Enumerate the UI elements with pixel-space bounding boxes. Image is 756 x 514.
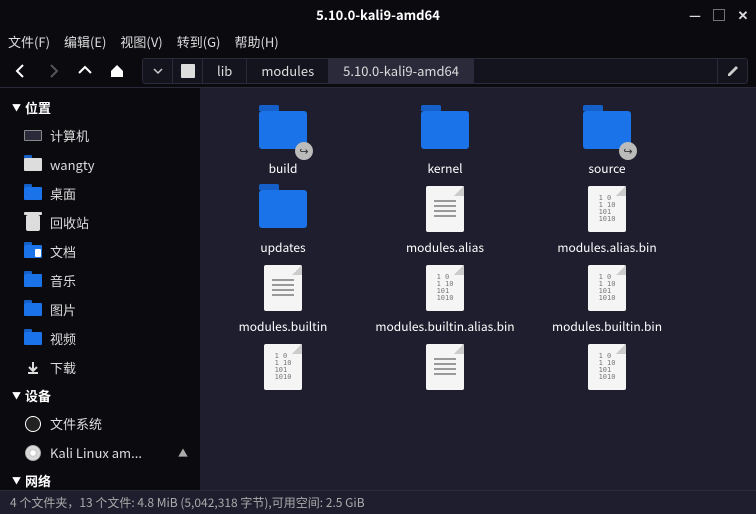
window-controls: — ▢ ✕ <box>688 7 750 21</box>
symlink-badge-icon: ↪ <box>619 142 637 160</box>
menu-file[interactable]: 文件(F) <box>8 32 50 51</box>
devices-header[interactable]: ▼设备 <box>0 382 200 409</box>
file-partial-3[interactable]: 1 0 1 10 101 1010 <box>532 339 682 395</box>
path-seg-lib[interactable]: lib <box>203 59 247 83</box>
folder-kernel[interactable]: kernel <box>370 102 520 177</box>
back-button[interactable] <box>8 58 34 84</box>
symlink-badge-icon: ↪ <box>295 142 313 160</box>
file-partial-2[interactable] <box>370 339 520 395</box>
text-file-icon <box>426 344 464 390</box>
optical-disk-icon <box>25 445 41 461</box>
sidebar-trash[interactable]: 回收站 <box>0 208 200 237</box>
menu-edit[interactable]: 编辑(E) <box>64 32 106 51</box>
path-seg-current[interactable]: 5.10.0-kali9-amd64 <box>329 59 474 83</box>
sidebar-pictures[interactable]: 图片 <box>0 295 200 324</box>
trash-icon <box>26 215 40 231</box>
file-modules-alias[interactable]: modules.alias <box>370 181 520 256</box>
binary-file-icon: 1 0 1 10 101 1010 <box>588 186 626 232</box>
sidebar-computer[interactable]: 计算机 <box>0 121 200 150</box>
binary-file-icon: 1 0 1 10 101 1010 <box>426 265 464 311</box>
text-file-icon <box>264 265 302 311</box>
window-title: 5.10.0-kali9-amd64 <box>316 5 440 24</box>
sidebar-videos[interactable]: 视频 <box>0 324 200 353</box>
maximize-button[interactable]: ▢ <box>712 7 726 21</box>
menu-view[interactable]: 视图(V) <box>120 32 162 51</box>
home-button[interactable] <box>104 58 130 84</box>
file-modules-builtin[interactable]: modules.builtin <box>208 260 358 335</box>
network-header[interactable]: ▼网络 <box>0 467 200 490</box>
path-history-button[interactable] <box>143 59 173 83</box>
download-icon <box>25 360 41 376</box>
file-partial-1[interactable]: 1 0 1 10 101 1010 <box>208 339 358 395</box>
folder-source[interactable]: ↪ source <box>532 102 682 177</box>
eject-icon[interactable]: ▲ <box>178 445 188 460</box>
chevron-down-icon: ▼ <box>12 474 21 487</box>
desktop-icon <box>24 187 42 200</box>
folder-icon <box>24 158 42 171</box>
sidebar: ▼位置 计算机 wangty 桌面 回收站 文档 音乐 图片 视频 下载 ▼设备… <box>0 88 200 490</box>
disk-icon <box>25 416 41 432</box>
main-area: ▼位置 计算机 wangty 桌面 回收站 文档 音乐 图片 视频 下载 ▼设备… <box>0 88 756 490</box>
pathbar: lib modules 5.10.0-kali9-amd64 <box>142 58 748 84</box>
status-text: 4 个文件夹，13 个文件: 4.8 MiB (5,042,318 字节),可用… <box>10 494 365 511</box>
folder-updates[interactable]: updates <box>208 181 358 256</box>
sidebar-kali-media[interactable]: Kali Linux am...▲ <box>0 438 200 467</box>
documents-icon <box>24 245 42 258</box>
videos-icon <box>24 332 42 345</box>
menu-go[interactable]: 转到(G) <box>177 32 221 51</box>
chevron-down-icon: ▼ <box>12 101 21 114</box>
path-edit-button[interactable] <box>717 59 747 83</box>
sidebar-home[interactable]: wangty <box>0 150 200 179</box>
folder-build[interactable]: ↪ build <box>208 102 358 177</box>
forward-button[interactable] <box>40 58 66 84</box>
statusbar: 4 个文件夹，13 个文件: 4.8 MiB (5,042,318 字节),可用… <box>0 490 756 514</box>
menu-help[interactable]: 帮助(H) <box>234 32 278 51</box>
file-modules-builtin-bin[interactable]: 1 0 1 10 101 1010 modules.builtin.bin <box>532 260 682 335</box>
sidebar-desktop[interactable]: 桌面 <box>0 179 200 208</box>
toolbar: lib modules 5.10.0-kali9-amd64 <box>0 54 756 88</box>
text-file-icon <box>426 186 464 232</box>
file-grid[interactable]: ↪ build kernel ↪ source updates modules.… <box>200 88 756 490</box>
folder-icon <box>421 111 469 149</box>
binary-file-icon: 1 0 1 10 101 1010 <box>588 265 626 311</box>
computer-icon <box>24 130 42 141</box>
up-button[interactable] <box>72 58 98 84</box>
folder-icon <box>259 190 307 228</box>
sidebar-downloads[interactable]: 下载 <box>0 353 200 382</box>
file-modules-builtin-alias-bin[interactable]: 1 0 1 10 101 1010 modules.builtin.alias.… <box>370 260 520 335</box>
binary-file-icon: 1 0 1 10 101 1010 <box>588 344 626 390</box>
path-seg-modules[interactable]: modules <box>247 59 329 83</box>
pictures-icon <box>24 303 42 316</box>
chevron-down-icon: ▼ <box>12 389 21 402</box>
minimize-button[interactable]: — <box>688 7 702 21</box>
titlebar: 5.10.0-kali9-amd64 — ▢ ✕ <box>0 0 756 28</box>
music-icon <box>24 274 42 287</box>
sidebar-music[interactable]: 音乐 <box>0 266 200 295</box>
sidebar-documents[interactable]: 文档 <box>0 237 200 266</box>
close-button[interactable]: ✕ <box>736 7 750 21</box>
menubar: 文件(F) 编辑(E) 视图(V) 转到(G) 帮助(H) <box>0 28 756 54</box>
file-modules-alias-bin[interactable]: 1 0 1 10 101 1010 modules.alias.bin <box>532 181 682 256</box>
places-header[interactable]: ▼位置 <box>0 94 200 121</box>
binary-file-icon: 1 0 1 10 101 1010 <box>264 344 302 390</box>
sidebar-filesystem[interactable]: 文件系统 <box>0 409 200 438</box>
path-root-icon[interactable] <box>173 59 203 83</box>
